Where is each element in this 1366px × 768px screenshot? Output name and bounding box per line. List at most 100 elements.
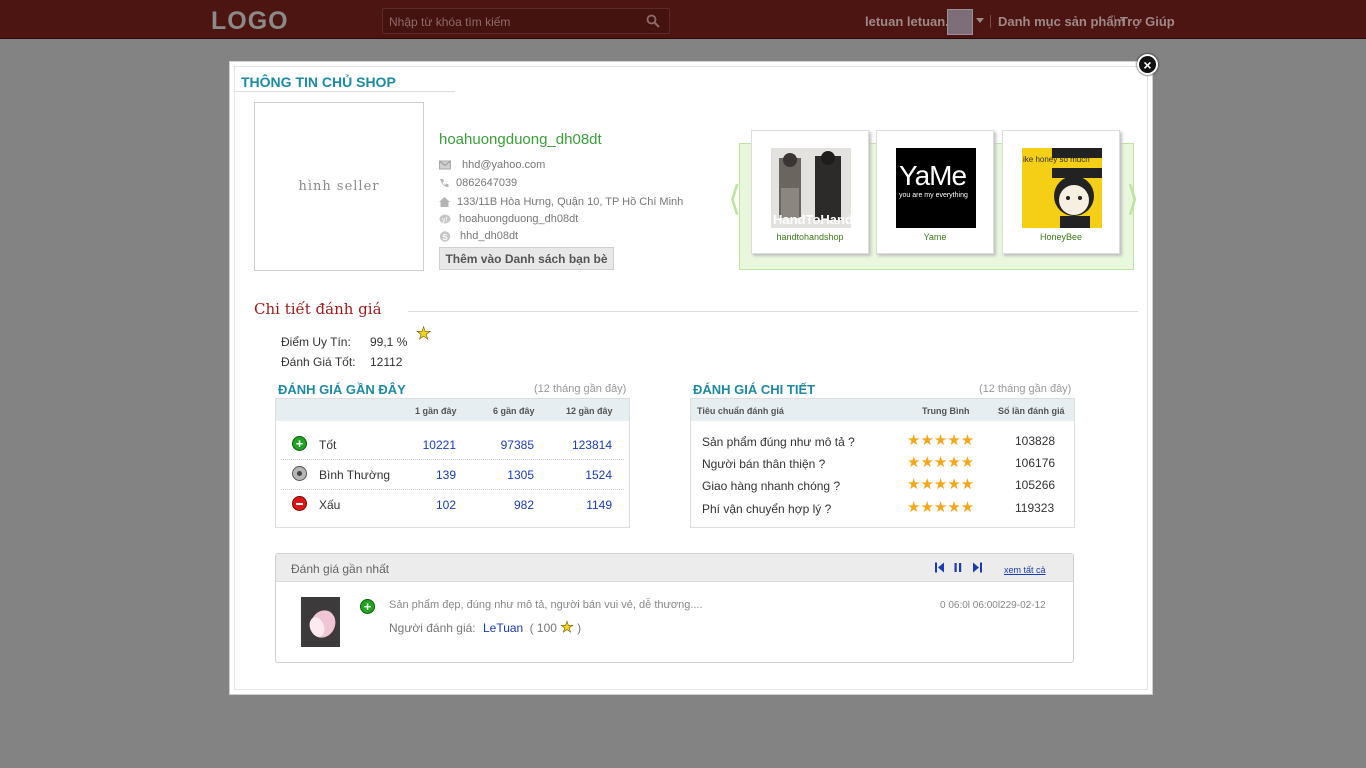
search-input[interactable] [389, 13, 629, 31]
see-all-link[interactable]: xem tất cả [1004, 565, 1046, 575]
rating-count: 106176 [1015, 456, 1056, 470]
skype-row: S hhd_dh08dt [439, 230, 518, 242]
star-icon: ★ [416, 324, 432, 343]
skype-icon: S [439, 231, 451, 242]
carousel-next-button[interactable]: ⟩ [1126, 179, 1139, 219]
brand-name: handtohandshop [776, 232, 844, 242]
reputation-label: Điểm Uy Tín: [281, 335, 351, 349]
shop-name[interactable]: hoahuongduong_dh08dt [439, 131, 602, 148]
mail-icon [439, 160, 451, 170]
brand-logo-yame: YaMe you are my everything [896, 148, 976, 228]
phone-icon [439, 178, 449, 188]
rating-count: 119323 [1015, 501, 1055, 515]
yahoo-messenger-icon: y! [439, 214, 452, 224]
good-rating-value: 12112 [370, 355, 403, 369]
table-row: Xấu 102 982 1149 [276, 489, 629, 519]
latest-review-title: Đánh giá gần nhất [291, 562, 390, 576]
add-friend-button[interactable]: Thêm vào Danh sách bạn bè [439, 247, 614, 270]
nav-help-link[interactable]: Trợ Giúp [1120, 14, 1175, 29]
recent-ratings-title: ĐÁNH GIÁ GẦN ĐÂY [278, 382, 406, 397]
address-value: 133/11B Hòa Hưng, Quận 10, TP Hồ Chí Min… [457, 196, 684, 208]
column-header: 1 gần đây [415, 406, 457, 416]
neutral-circle-icon [292, 466, 307, 481]
svg-text:S: S [442, 233, 448, 242]
brand-card[interactable]: ike honey so much HoneyBee [1002, 130, 1120, 254]
reviewer-name-link[interactable]: LeTuan [483, 621, 523, 635]
reputation-value: 99,1 % [370, 335, 408, 349]
divider [235, 91, 455, 92]
brand-logo-text: HandToHand [773, 212, 851, 227]
plus-circle-icon: + [292, 436, 307, 451]
search-button[interactable] [637, 9, 669, 33]
recent-ratings-table: 1 gần đây 6 gần đây 12 gần đây + Tốt 102… [275, 398, 630, 528]
brand-tagline: you are my everything [899, 192, 968, 199]
search-box [382, 8, 670, 34]
brand-logo-text: ike honey so much [1023, 155, 1090, 164]
brand-name: Yame [923, 232, 947, 242]
modal-title: THÔNG TIN CHỦ SHOP [241, 74, 396, 90]
brand-logo-text: YaMe [899, 160, 967, 191]
table-row: Phí vận chuyển hợp lý ? ★★★★★ 119323 [691, 500, 1074, 522]
logo[interactable]: LOGO [211, 7, 289, 36]
divider [408, 311, 1138, 312]
brand-logo-handtohand: HandToHand [771, 148, 851, 228]
yahoo-row: y! hoahuongduong_dh08dt [439, 213, 578, 225]
brand-name: HoneyBee [1039, 232, 1083, 242]
address-row: 133/11B Hòa Hưng, Quận 10, TP Hồ Chí Min… [439, 196, 683, 208]
minus-circle-icon [292, 496, 307, 511]
rating-count: 1524 [585, 468, 612, 482]
brand-card[interactable]: YaMe you are my everything Yame [876, 130, 994, 254]
review-text: Sản phẩm đẹp, đúng như mô tả, người bán … [389, 599, 703, 611]
divider [1114, 15, 1115, 28]
skip-back-icon[interactable] [935, 562, 945, 576]
table-header: Tiêu chuẩn đánh giá Trung Bình Số lần đá… [691, 399, 1074, 421]
top-bar: LOGO letuan letuan... Danh mục sản phẩm … [0, 0, 1366, 39]
rating-label: Xấu [319, 498, 341, 512]
star-rating: ★★★★★ [907, 476, 975, 493]
detail-ratings-subtitle: (12 tháng gần đây) [979, 383, 1072, 395]
nav-products-link[interactable]: Danh mục sản phẩm [998, 14, 1125, 29]
star-rating: ★★★★★ [907, 432, 975, 449]
chevron-down-icon[interactable] [976, 18, 984, 23]
rating-label: Bình Thường [319, 468, 391, 482]
criterion-label: Giao hàng nhanh chóng ? [702, 479, 841, 493]
star-icon: ★ [560, 619, 574, 637]
criterion-label: Sản phẩm đúng như mô tả ? [702, 435, 855, 449]
shop-info-modal: THÔNG TIN CHỦ SHOP hình seller hoahuongd… [229, 61, 1153, 695]
star-rating: ★★★★★ [907, 454, 975, 471]
reviewer-score-suffix: ) [577, 621, 582, 635]
email-value: hhd@yahoo.com [462, 159, 546, 171]
rating-count: 103828 [1015, 434, 1056, 448]
close-button[interactable]: × [1137, 54, 1158, 75]
user-avatar[interactable] [947, 9, 973, 35]
reviewer-avatar [301, 597, 340, 647]
close-icon: × [1143, 56, 1152, 73]
skip-forward-icon[interactable] [972, 562, 982, 576]
rating-count: 139 [435, 468, 456, 482]
rating-label: Tốt [319, 438, 337, 452]
skype-value: hhd_dh08dt [460, 230, 519, 242]
pause-icon[interactable] [954, 562, 962, 576]
svg-text:y!: y! [442, 217, 448, 224]
reviewer-line: Người đánh giá: LeTuan ( 100 ★ ) [389, 618, 582, 637]
table-row: Bình Thường 139 1305 1524 [276, 459, 629, 489]
rating-count: 1305 [507, 468, 534, 482]
phone-value: 0862647039 [456, 177, 518, 189]
reviewer-label: Người đánh giá: [389, 621, 476, 635]
reviewer-score: ( 100 [529, 621, 557, 635]
seller-image: hình seller [254, 102, 424, 271]
latest-review-panel: Đánh giá gần nhất xem tất cả + Sản phẩm … [275, 553, 1074, 663]
rating-count: 10221 [422, 438, 456, 452]
divider [990, 15, 991, 28]
table-row: Giao hàng nhanh chóng ? ★★★★★ 105266 [691, 477, 1074, 499]
user-name[interactable]: letuan letuan... [865, 14, 956, 29]
star-rating: ★★★★★ [907, 499, 975, 516]
table-row: Sản phẩm đúng như mô tả ? ★★★★★ 103828 [691, 433, 1074, 455]
recent-ratings-subtitle: (12 tháng gần đây) [534, 383, 627, 395]
brand-card[interactable]: HandToHand handtohandshop [751, 130, 869, 254]
rating-count: 1149 [586, 498, 612, 512]
carousel-prev-button[interactable]: ⟨ [728, 179, 741, 219]
search-icon [646, 14, 660, 28]
email-row: hhd@yahoo.com [439, 159, 545, 171]
column-header: 6 gần đây [493, 406, 535, 416]
